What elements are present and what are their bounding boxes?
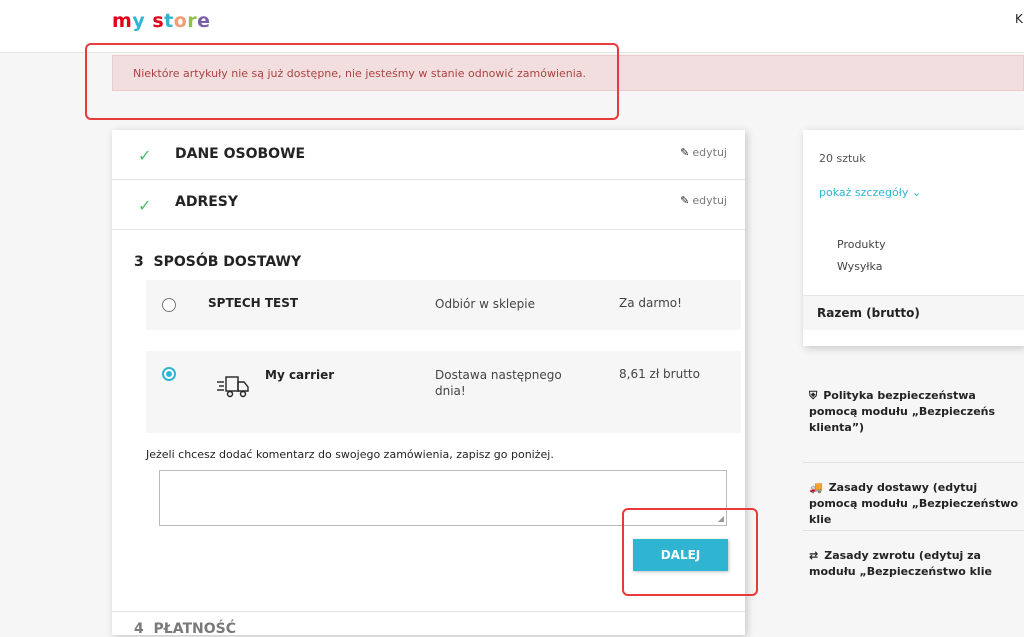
step-addresses[interactable]: ✓ ADRESY ✎ edytuj xyxy=(112,180,745,230)
truck-icon xyxy=(217,376,249,398)
delivery-radio[interactable] xyxy=(162,298,176,312)
shield-icon: ⛨ xyxy=(809,389,818,402)
reassurance-security: ⛨ Polityka bezpieczeństwa pomocą modułu „… xyxy=(809,389,996,434)
step-personal-info[interactable]: ✓ DANE OSOBOWE ✎ edytuj xyxy=(112,130,745,180)
comment-textarea[interactable]: ◢ xyxy=(159,470,727,526)
carrier-price: Za darmo! xyxy=(619,296,682,310)
delivery-option[interactable]: SPTECH TEST Odbiór w sklepie Za darmo! xyxy=(146,280,741,330)
summary-line-products: Produkty xyxy=(837,238,886,251)
check-icon: ✓ xyxy=(138,146,152,165)
cart-summary: 20 sztuk pokaż szczegóły ⌄ Produkty Wysy… xyxy=(803,130,1024,346)
carrier-delay: Dostawa następnego dnia! xyxy=(435,368,562,398)
swap-arrows-icon: ⇄ xyxy=(809,549,819,562)
divider xyxy=(803,530,1024,531)
summary-line-shipping: Wysyłka xyxy=(837,260,883,273)
show-details-link[interactable]: pokaż szczegóły ⌄ xyxy=(819,186,921,199)
step-delivery-title: 3 SPOSÓB DOSTAWY xyxy=(134,254,302,270)
site-header: my store K xyxy=(0,0,1024,53)
alert-danger: Niektóre artykuły nie są już dostępne, n… xyxy=(112,55,1024,91)
carrier-name: SPTECH TEST xyxy=(208,296,299,310)
step-payment: 4 PŁATNOŚĆ xyxy=(112,611,745,637)
divider xyxy=(803,462,1024,463)
edit-link[interactable]: ✎ edytuj xyxy=(680,146,727,159)
step-title: DANE OSOBOWE xyxy=(175,146,306,162)
store-logo[interactable]: my store xyxy=(112,10,211,32)
carrier-delay: Odbiór w sklepie xyxy=(435,297,535,311)
alert-message: Niektóre artykuły nie są już dostępne, n… xyxy=(133,67,587,80)
checkout-steps: ✓ DANE OSOBOWE ✎ edytuj ✓ ADRESY ✎ edytuj … xyxy=(112,130,745,637)
header-user-link[interactable]: K xyxy=(1015,12,1023,26)
delivery-radio-selected[interactable] xyxy=(162,367,176,381)
summary-total-label: Razem (brutto) xyxy=(817,306,920,320)
carrier-name: My carrier xyxy=(265,368,335,382)
edit-link[interactable]: ✎ edytuj xyxy=(680,194,727,207)
truck-icon: 🚚 xyxy=(809,481,823,494)
step-title: ADRESY xyxy=(175,194,239,210)
delivery-option-selected[interactable]: My carrier Dostawa następnego dnia! 8,61… xyxy=(146,351,741,433)
pencil-icon: ✎ xyxy=(680,194,690,207)
check-icon: ✓ xyxy=(138,196,152,215)
pencil-icon: ✎ xyxy=(680,146,690,159)
summary-total-row: Razem (brutto) xyxy=(803,295,1024,330)
chevron-down-icon: ⌄ xyxy=(911,186,922,199)
reassurance-delivery: 🚚 Zasady dostawy (edytuj pomocą modułu „B… xyxy=(809,481,1019,526)
comment-label: Jeżeli chcesz dodać komentarz do swojego… xyxy=(146,448,554,461)
resize-grip-icon[interactable]: ◢ xyxy=(718,514,724,523)
continue-button[interactable]: DALEJ xyxy=(633,539,728,571)
reassurance-returns: ⇄ Zasady zwrotu (edytuj za modułu „Bezpie… xyxy=(809,549,992,578)
cart-item-count: 20 sztuk xyxy=(819,152,866,165)
carrier-price: 8,61 zł brutto xyxy=(619,367,700,381)
